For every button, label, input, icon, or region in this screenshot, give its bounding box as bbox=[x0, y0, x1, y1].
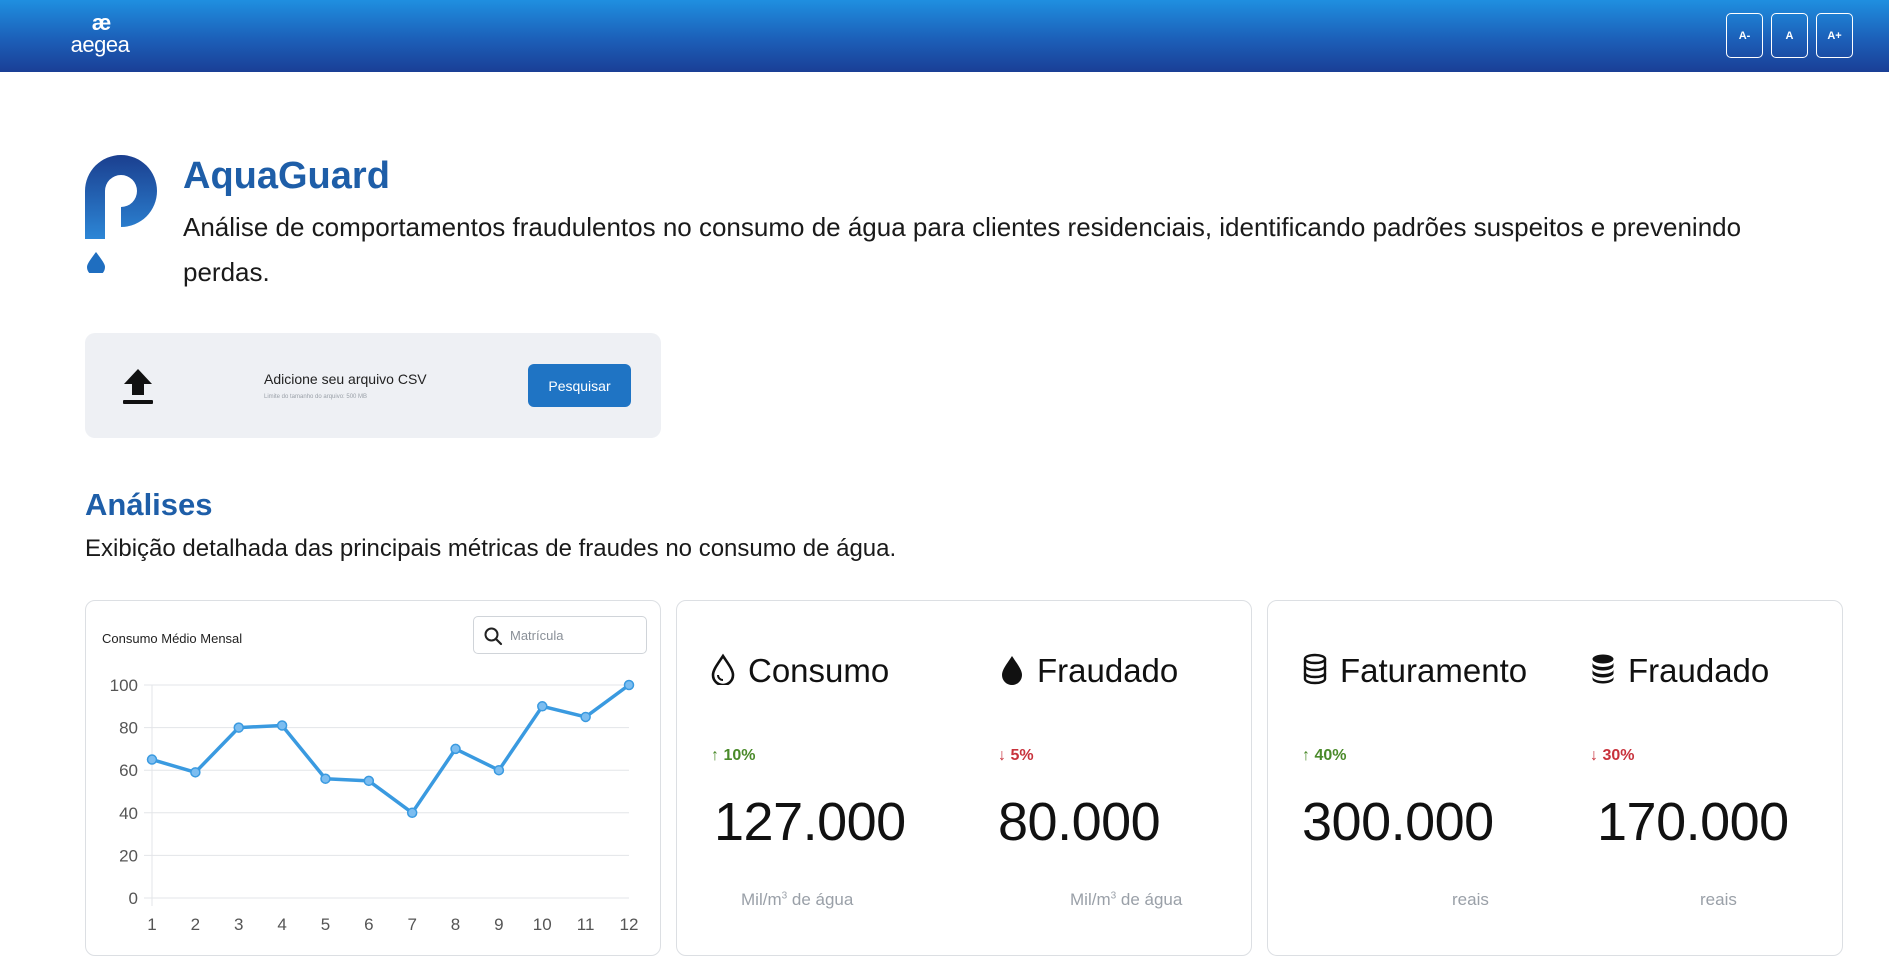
billing-change: ↑ 40% bbox=[1302, 747, 1347, 764]
y-tick-label: 100 bbox=[110, 676, 138, 695]
decrease-font-button[interactable]: A- bbox=[1726, 13, 1763, 58]
data-point bbox=[190, 767, 201, 778]
data-point bbox=[146, 754, 158, 765]
x-tick-label: 4 bbox=[277, 915, 286, 934]
consumption-line-chart: 0204060801001 2 3 4 5 6 7 8 9 10 11 12 bbox=[110, 676, 639, 934]
fraud-water-unit: Mil/m3 de água bbox=[1070, 890, 1183, 909]
x-tick-label: 9 bbox=[494, 915, 503, 934]
x-tick-label: 6 bbox=[364, 915, 373, 934]
billing-metric: Faturamento ↑ 40% 300.000 reais bbox=[1268, 601, 1556, 957]
logo-text: aegea bbox=[70, 32, 130, 57]
consumption-value: 127.000 bbox=[714, 792, 906, 852]
upload-size-hint: Limite do tamanho do arquivo: 500 MB bbox=[264, 394, 368, 400]
data-point bbox=[493, 764, 505, 776]
fraud-billing-label: Fraudado bbox=[1628, 652, 1770, 689]
data-point bbox=[580, 711, 591, 723]
fraud-water-value: 80.000 bbox=[998, 792, 1161, 852]
billing-value: 300.000 bbox=[1302, 792, 1494, 852]
water-drop-filled-icon bbox=[1002, 656, 1022, 685]
fraud-billing-change: ↓ 30% bbox=[1590, 747, 1635, 764]
series-line bbox=[151, 683, 631, 815]
chart-title: Consumo Médio Mensal bbox=[102, 631, 243, 646]
section-description: Exibição detalhada das principais métric… bbox=[85, 535, 897, 562]
database-filled-icon bbox=[1592, 654, 1614, 684]
top-bar: æ aegea A- A A+ bbox=[0, 0, 1889, 72]
y-tick-label: 60 bbox=[119, 761, 138, 780]
data-point bbox=[450, 743, 461, 755]
search-icon bbox=[484, 627, 503, 646]
x-tick-label: 2 bbox=[191, 915, 200, 934]
data-point bbox=[406, 807, 418, 819]
font-size-controls: A- A A+ bbox=[1726, 13, 1853, 58]
water-drop-outline-icon bbox=[711, 653, 735, 685]
logo-mark: æ bbox=[91, 10, 112, 35]
data-point bbox=[363, 775, 375, 787]
registration-search-input[interactable] bbox=[510, 623, 640, 647]
upload-label: Adicione seu arquivo CSV bbox=[264, 371, 427, 387]
y-tick-label: 40 bbox=[119, 804, 138, 823]
data-point bbox=[537, 701, 548, 712]
consumption-label: Consumo bbox=[748, 652, 890, 689]
fraud-water-change: ↓ 5% bbox=[998, 747, 1034, 764]
consumption-change: ↑ 10% bbox=[711, 747, 756, 764]
billing-label: Faturamento bbox=[1340, 652, 1528, 689]
x-tick-label: 11 bbox=[577, 915, 595, 934]
x-tick-label: 3 bbox=[234, 915, 243, 934]
section-title: Análises bbox=[85, 487, 213, 522]
y-tick-label: 80 bbox=[119, 719, 138, 738]
database-outline-icon bbox=[1303, 653, 1327, 685]
reset-font-button[interactable]: A bbox=[1771, 13, 1808, 58]
x-tick-label: 5 bbox=[321, 915, 330, 934]
billing-metrics-card: Faturamento ↑ 40% 300.000 reais Fraudado… bbox=[1267, 600, 1843, 956]
water-metrics-card: Consumo ↑ 10% 127.000 Mil/m3 de água Fra… bbox=[676, 600, 1252, 956]
fraud-billing-value: 170.000 bbox=[1597, 792, 1789, 852]
fraud-water-metric: Fraudado ↓ 5% 80.000 Mil/m3 de água bbox=[965, 601, 1253, 957]
upload-icon[interactable] bbox=[121, 367, 155, 405]
data-point bbox=[623, 679, 635, 691]
x-tick-label: 7 bbox=[407, 915, 416, 934]
aquaguard-logo-icon bbox=[85, 155, 157, 273]
registration-search[interactable] bbox=[473, 616, 647, 654]
consumption-metric: Consumo ↑ 10% 127.000 Mil/m3 de água bbox=[677, 601, 965, 957]
monthly-consumption-card: Consumo Médio Mensal 0204060801001234567… bbox=[85, 600, 661, 956]
search-button[interactable]: Pesquisar bbox=[528, 364, 631, 407]
app-description: Análise de comportamentos fraudulentos n… bbox=[183, 212, 1742, 287]
data-point bbox=[320, 773, 331, 784]
x-tick-label: 12 bbox=[620, 915, 639, 934]
data-point bbox=[233, 722, 244, 733]
fraud-billing-metric: Fraudado ↓ 30% 170.000 reais bbox=[1556, 601, 1844, 957]
consumption-unit: Mil/m3 de água bbox=[741, 890, 854, 909]
y-tick-label: 0 bbox=[129, 889, 138, 908]
app-title: AquaGuard bbox=[183, 155, 390, 197]
y-tick-label: 20 bbox=[119, 846, 138, 865]
billing-unit: reais bbox=[1452, 890, 1489, 909]
csv-upload-panel[interactable]: Adicione seu arquivo CSV Limite do taman… bbox=[85, 333, 661, 438]
aegea-logo[interactable]: æ aegea bbox=[64, 12, 136, 60]
increase-font-button[interactable]: A+ bbox=[1816, 13, 1853, 58]
data-point bbox=[276, 720, 288, 731]
x-tick-label: 8 bbox=[451, 915, 460, 934]
fraud-billing-unit: reais bbox=[1700, 890, 1737, 909]
x-tick-label: 10 bbox=[533, 915, 552, 934]
fraud-water-label: Fraudado bbox=[1037, 652, 1179, 689]
x-tick-label: 1 bbox=[147, 915, 156, 934]
